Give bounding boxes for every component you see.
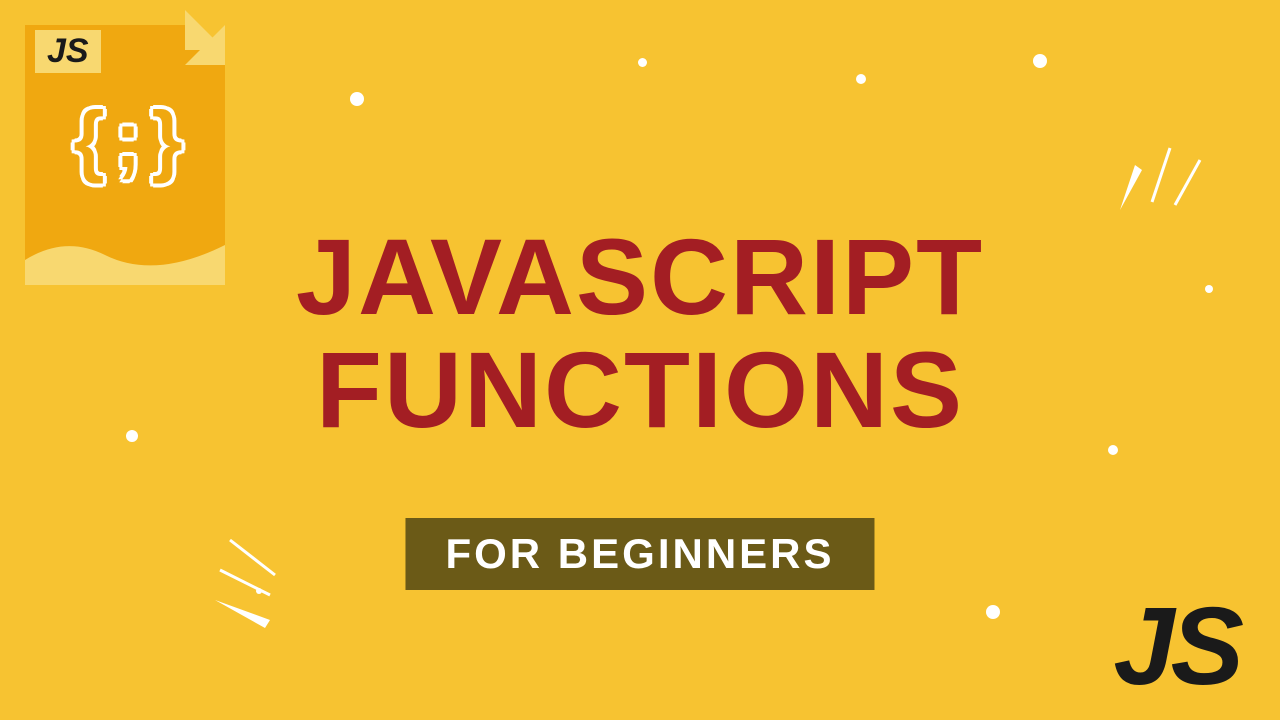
decorative-dot: [856, 74, 866, 84]
subtitle-box: FOR BEGINNERS: [405, 518, 874, 590]
decorative-dot: [1033, 54, 1047, 68]
title-line-2: FUNCTIONS: [296, 333, 984, 446]
decorative-dot: [126, 430, 138, 442]
main-title: JAVASCRIPT FUNCTIONS: [296, 220, 984, 447]
decorative-dot: [1205, 285, 1213, 293]
decorative-dot: [350, 92, 364, 106]
decorative-dot: [1108, 445, 1118, 455]
title-line-1: JAVASCRIPT: [296, 220, 984, 333]
file-corner-fold: [185, 25, 225, 65]
file-badge: JS: [35, 30, 101, 73]
file-wave-shape: [25, 225, 225, 285]
sparkle-icon: [200, 520, 340, 640]
sparkle-icon: [1100, 110, 1220, 230]
subtitle-text: FOR BEGINNERS: [445, 530, 834, 578]
decorative-dot: [638, 58, 647, 67]
file-braces: { ; }: [25, 100, 225, 180]
decorative-dot: [986, 605, 1000, 619]
js-file-icon: JS { ; }: [25, 10, 225, 270]
js-corner-mark: JS: [1113, 583, 1240, 710]
